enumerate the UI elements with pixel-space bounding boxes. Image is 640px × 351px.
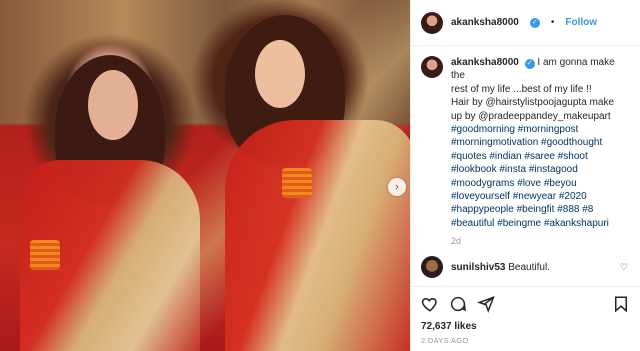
action-icons — [421, 295, 630, 315]
likes-count[interactable]: 72,637 likes — [421, 321, 630, 332]
author-username[interactable]: akanksha8000 — [451, 17, 519, 28]
author-avatar[interactable] — [421, 11, 443, 34]
figure-right-face — [255, 40, 305, 108]
comment-bubble-icon[interactable] — [449, 295, 467, 316]
comments-section: akanksha8000 ✓ I am gonna make the rest … — [411, 46, 640, 286]
commenter-avatar[interactable] — [421, 256, 443, 279]
caption-line-4: up by @pradeeppandey_makeupart — [451, 110, 611, 122]
comment-text: sunilshiv53 Beautiful. — [451, 262, 550, 273]
chevron-right-icon: › — [395, 181, 399, 193]
figure-right-saree — [225, 120, 410, 351]
caption-username[interactable]: akanksha8000 — [451, 57, 519, 68]
bangles-right — [282, 168, 312, 198]
hashtag-line[interactable]: #morningmotivation #goodthought — [451, 136, 630, 149]
heart-icon[interactable] — [421, 295, 439, 316]
caption-avatar[interactable] — [421, 56, 443, 78]
hashtag-line[interactable]: #quotes #indian #saree #shoot — [451, 150, 630, 163]
paper-plane-icon[interactable] — [476, 295, 495, 316]
post-actions: 72,637 likes 2 DAYS AGO — [411, 286, 640, 351]
post-timestamp: 2 DAYS AGO — [421, 336, 469, 345]
hashtag-line[interactable]: #goodmorning #morningpost — [451, 123, 630, 136]
comment-body: Beautiful. — [508, 261, 550, 273]
caption: akanksha8000 ✓ I am gonna make the rest … — [421, 56, 630, 230]
instagram-post: › akanksha8000 ✓ • Follow akanksha8000 ✓… — [0, 0, 640, 351]
hashtag-line[interactable]: #lookbook #insta #instagood — [451, 163, 630, 176]
post-media[interactable]: › — [0, 0, 410, 351]
small-heart-icon[interactable]: ♡ — [620, 262, 628, 273]
caption-line-2: rest of my life ...best of my life !! — [451, 83, 592, 95]
figure-left-face — [88, 70, 138, 140]
separator-dot: • — [550, 17, 555, 28]
hashtag-line[interactable]: #moodygrams #love #beyou — [451, 177, 630, 190]
caption-age: 2d — [451, 236, 462, 247]
hashtag-line[interactable]: #loveyourself #newyear #2020 — [451, 190, 630, 203]
next-photo-button[interactable]: › — [388, 178, 406, 196]
comment-row: sunilshiv53 Beautiful. ♡ — [421, 256, 630, 279]
caption-text: akanksha8000 ✓ I am gonna make the rest … — [451, 56, 630, 230]
verified-badge-icon: ✓ — [529, 17, 540, 28]
commenter-username[interactable]: sunilshiv53 — [451, 262, 505, 273]
hashtag-line[interactable]: #happypeople #beingfit #888 #8 — [451, 203, 630, 216]
verified-badge-icon: ✓ — [524, 59, 535, 69]
bangles-left — [30, 240, 60, 270]
post-header: akanksha8000 ✓ • Follow — [411, 0, 640, 46]
caption-line-3: Hair by @hairstylistpoojagupta make — [451, 97, 615, 109]
bookmark-icon[interactable] — [612, 295, 630, 316]
follow-button[interactable]: Follow — [565, 17, 597, 28]
hashtag-line[interactable]: #beautiful #beingme #akankshapuri — [451, 217, 630, 230]
post-side-panel: akanksha8000 ✓ • Follow akanksha8000 ✓ I… — [410, 0, 640, 351]
